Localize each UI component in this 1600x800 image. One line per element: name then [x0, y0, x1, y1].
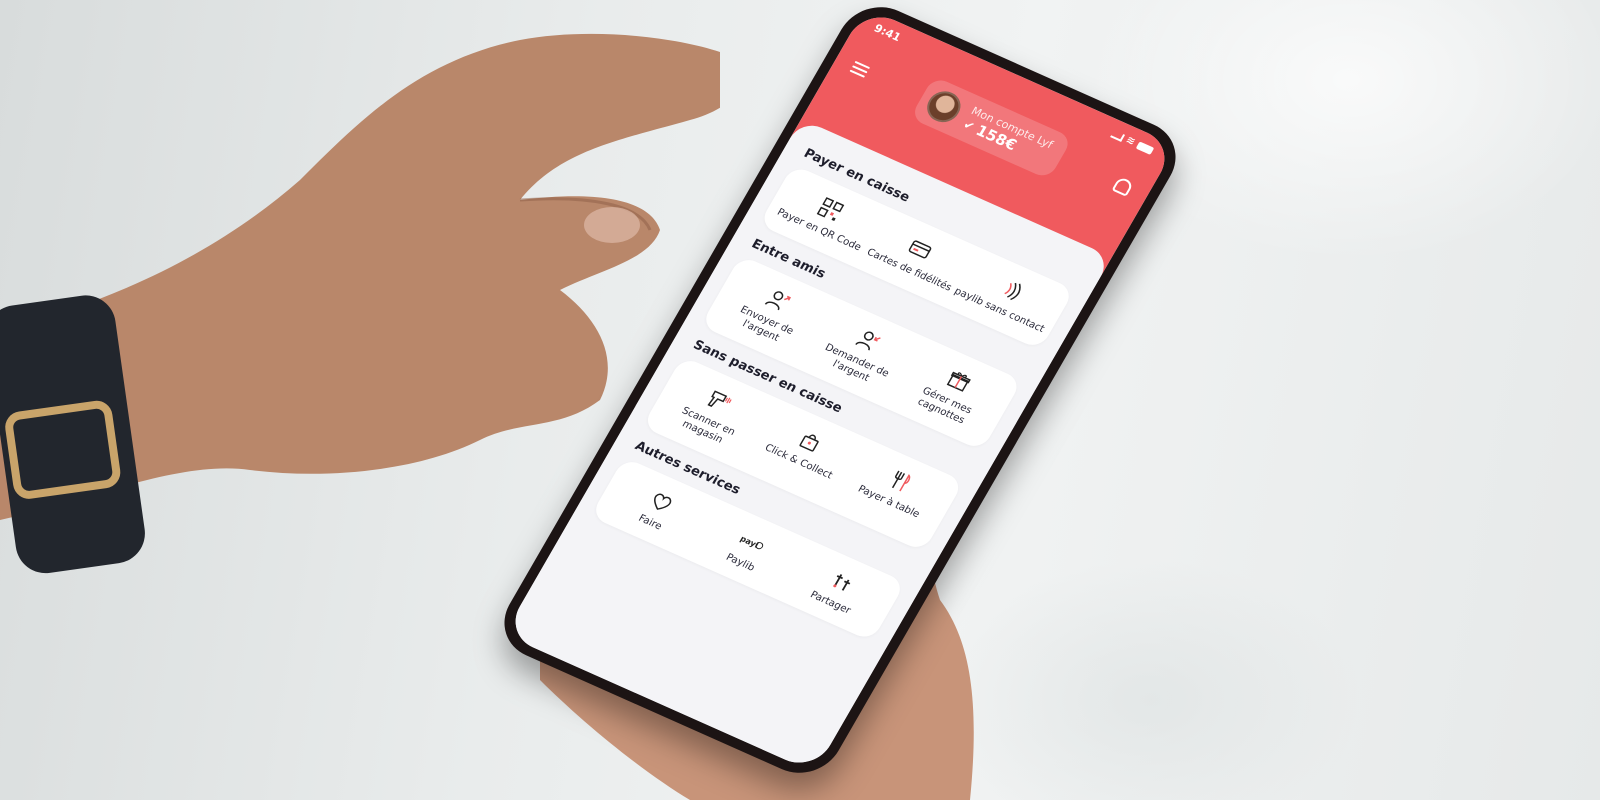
wifi-icon: ≋ [1123, 134, 1138, 148]
scanner-icon [703, 385, 737, 416]
cutlery-icon [884, 466, 918, 497]
avatar [921, 86, 967, 128]
tile-cartes-fidelites[interactable]: Cartes de fidélités [861, 219, 972, 296]
notification-bell-icon[interactable] [1111, 176, 1135, 197]
tile-paylib-sans-contact[interactable]: paylib sans contact [951, 260, 1062, 337]
paylib-icon: payl [735, 527, 769, 558]
gift-icon [942, 365, 976, 396]
request-money-icon [852, 325, 886, 356]
tile-faire[interactable]: Faire [602, 472, 713, 549]
tile-payer-qr-code[interactable]: Payer en QR Code [771, 179, 882, 256]
cellular-signal-icon [1109, 129, 1125, 142]
tile-partager[interactable]: Partager [782, 552, 893, 629]
qr-code-icon [814, 194, 848, 225]
tile-paylib[interactable]: payl Paylib [692, 512, 803, 589]
shopping-bag-icon [794, 426, 828, 457]
tile-label: Faire [636, 512, 664, 532]
heart-icon [645, 486, 679, 517]
account-summary-button[interactable]: Mon compte Lyf ✔ 158€ [910, 76, 1073, 180]
share-icon [825, 567, 859, 598]
status-time: 9:41 [871, 21, 904, 45]
send-money-icon [762, 284, 796, 315]
battery-icon [1135, 140, 1155, 155]
hamburger-menu-icon[interactable] [849, 60, 871, 78]
contactless-icon [994, 275, 1028, 306]
loyalty-card-icon [904, 234, 938, 265]
